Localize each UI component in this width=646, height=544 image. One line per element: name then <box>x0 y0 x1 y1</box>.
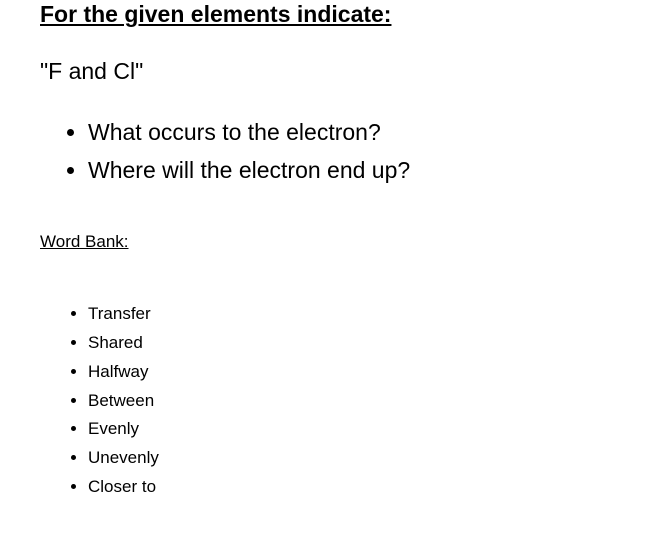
instruction-heading: For the given elements indicate: <box>40 0 606 30</box>
word-bank-item: Evenly <box>88 415 606 444</box>
word-bank-item: Between <box>88 387 606 416</box>
word-bank-item: Halfway <box>88 358 606 387</box>
given-elements: "F and Cl" <box>40 58 606 85</box>
question-item: What occurs to the electron? <box>88 115 606 150</box>
word-bank-item: Closer to <box>88 473 606 502</box>
word-bank-item: Transfer <box>88 300 606 329</box>
word-bank-list: Transfer Shared Halfway Between Evenly U… <box>40 300 606 502</box>
word-bank-heading: Word Bank: <box>40 232 606 252</box>
question-list: What occurs to the electron? Where will … <box>40 115 606 188</box>
word-bank-item: Shared <box>88 329 606 358</box>
word-bank-item: Unevenly <box>88 444 606 473</box>
question-item: Where will the electron end up? <box>88 153 606 188</box>
document-content: For the given elements indicate: "F and … <box>0 0 646 502</box>
